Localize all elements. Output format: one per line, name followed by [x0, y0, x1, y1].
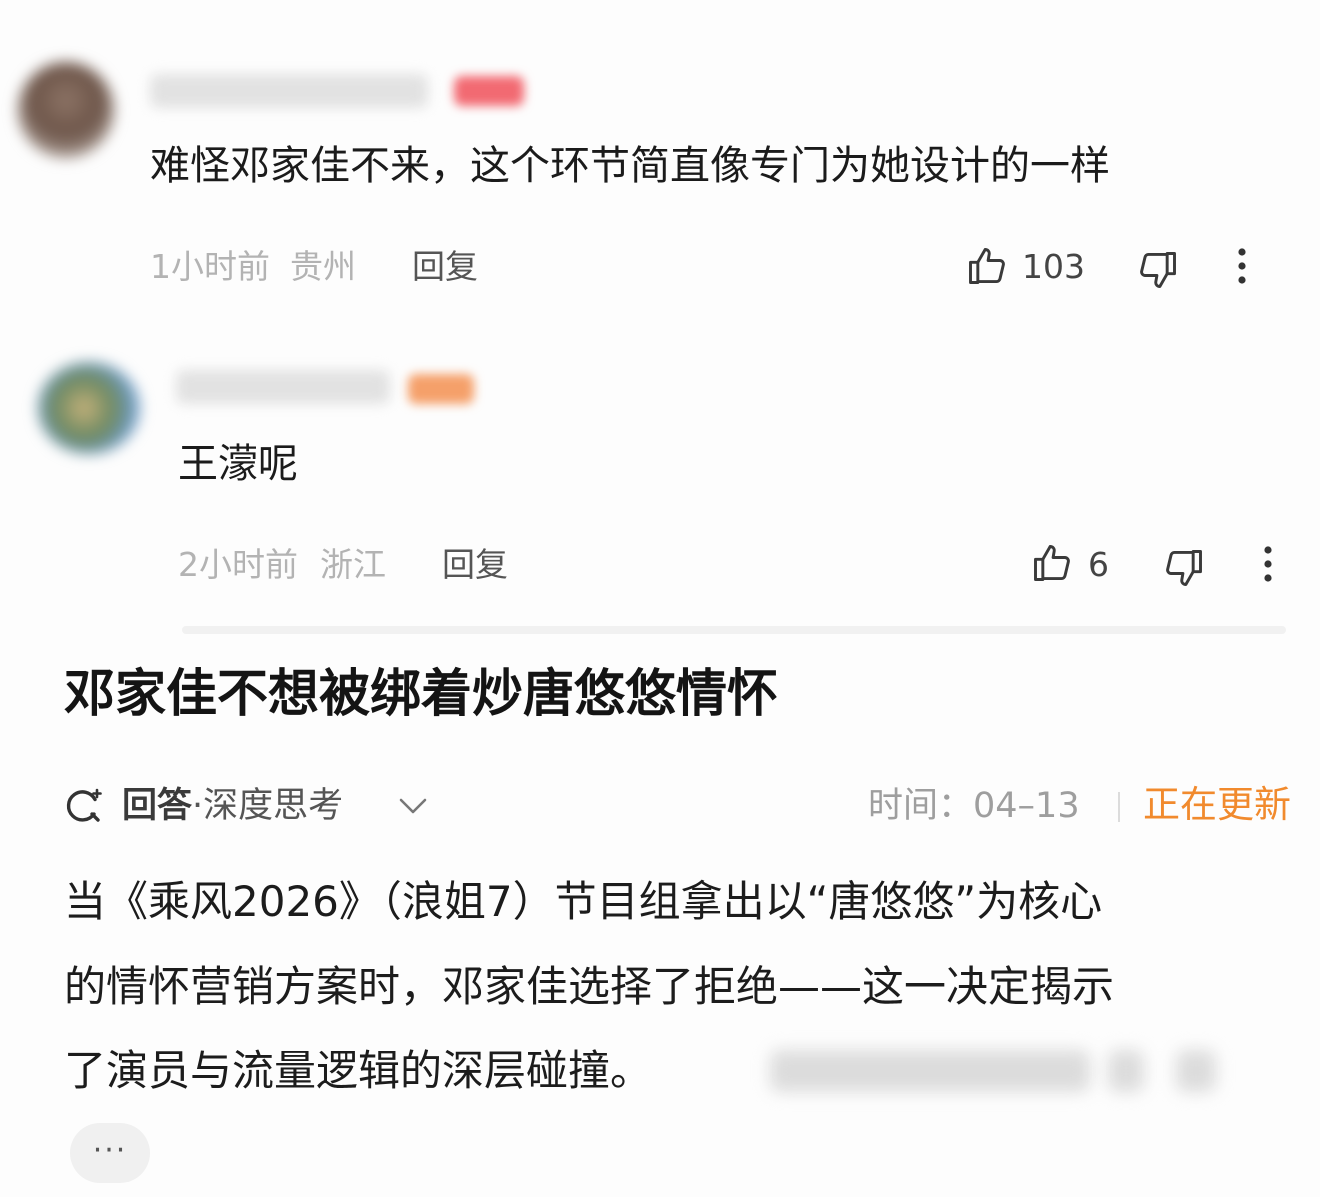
more-button[interactable]: ···	[70, 1123, 150, 1183]
more-vertical-icon[interactable]	[1254, 544, 1282, 584]
reply-button[interactable]: 回复	[442, 545, 508, 585]
blurred-source-icon	[1176, 1050, 1216, 1092]
answer-time: 时间：04–13	[868, 784, 1080, 828]
search-sparkle-icon	[64, 786, 104, 826]
commenter-avatar[interactable]	[38, 362, 140, 454]
blurred-source-icon	[1108, 1050, 1144, 1092]
thumbs-up-icon[interactable]	[965, 244, 1009, 288]
user-badge-blurred	[454, 76, 524, 106]
answer-text-line: 当《乘风2026》（浪姐7）节目组拿出以“唐悠悠”为核心	[64, 877, 1103, 926]
user-badge-blurred	[408, 374, 474, 404]
comment-text: 难怪邓家佳不来，这个环节简直像专门为她设计的一样	[150, 143, 1110, 189]
answer-label-text: 回答	[122, 786, 193, 826]
answer-title[interactable]: 邓家佳不想被绑着炒唐悠悠情怀	[64, 663, 778, 727]
updating-status: 正在更新	[1143, 783, 1291, 826]
answer-text-line: 了演员与流量逻辑的深层碰撞。	[64, 1046, 653, 1095]
commenter-name-blurred[interactable]	[150, 74, 428, 108]
section-divider	[182, 626, 1286, 634]
comment-location: 贵州	[290, 247, 356, 286]
chevron-down-icon[interactable]	[398, 795, 428, 817]
separator	[1118, 792, 1120, 822]
comment-time: 2小时前	[178, 545, 298, 584]
thumbs-up-icon[interactable]	[1030, 541, 1074, 585]
comment-text: 王濛呢	[178, 441, 298, 487]
time-value: 04–13	[973, 786, 1080, 826]
more-vertical-icon[interactable]	[1228, 246, 1256, 286]
comment-location: 浙江	[320, 545, 386, 584]
commenter-name-blurred[interactable]	[176, 370, 390, 404]
comment-time: 1小时前	[150, 247, 270, 286]
blurred-source-text	[770, 1050, 1090, 1092]
thumbs-down-icon[interactable]	[1136, 248, 1180, 292]
answer-text-line: 的情怀营销方案时，邓家佳选择了拒绝——这一决定揭示	[64, 962, 1115, 1011]
answer-label: 回答·深度思考	[122, 784, 343, 828]
like-count: 6	[1088, 545, 1109, 584]
like-count: 103	[1022, 247, 1085, 286]
commenter-avatar[interactable]	[18, 62, 114, 158]
time-label: 时间：	[868, 786, 974, 826]
deep-thinking-mode: ·深度思考	[192, 786, 344, 826]
reply-button[interactable]: 回复	[412, 247, 478, 287]
thumbs-down-icon[interactable]	[1162, 546, 1206, 590]
